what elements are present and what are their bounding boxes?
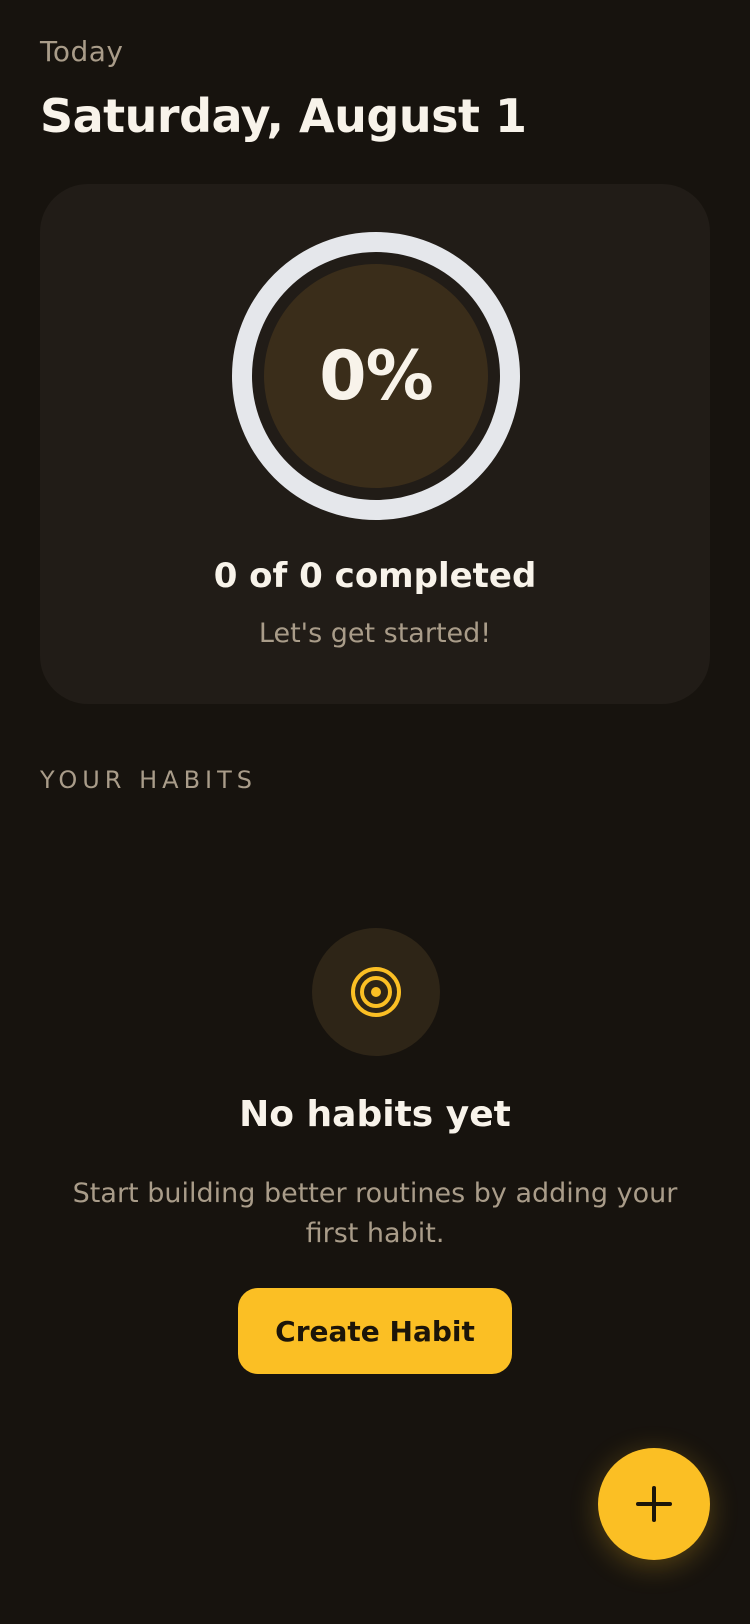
completed-count: 0 of 0 completed (213, 556, 537, 596)
empty-state-title: No habits yet (239, 1094, 511, 1135)
progress-percent: 0% (319, 336, 433, 416)
page-title: Saturday, August 1 (40, 89, 527, 143)
page-header: Today Saturday, August 1 (40, 34, 710, 144)
progress-card: 0% 0 of 0 completed Let's get started! (40, 184, 710, 704)
section-label-your-habits: YOUR HABITS (40, 766, 258, 794)
today-label: Today (40, 35, 124, 68)
plus-icon (636, 1486, 672, 1522)
empty-state-icon-badge (312, 928, 440, 1056)
add-habit-fab[interactable] (598, 1448, 710, 1560)
empty-state-description: Start building better routines by adding… (72, 1178, 678, 1249)
encouragement-text: Let's get started! (258, 618, 492, 649)
create-habit-button[interactable]: Create Habit (238, 1288, 512, 1374)
progress-ring: 0% (232, 232, 520, 520)
target-icon (351, 967, 401, 1017)
